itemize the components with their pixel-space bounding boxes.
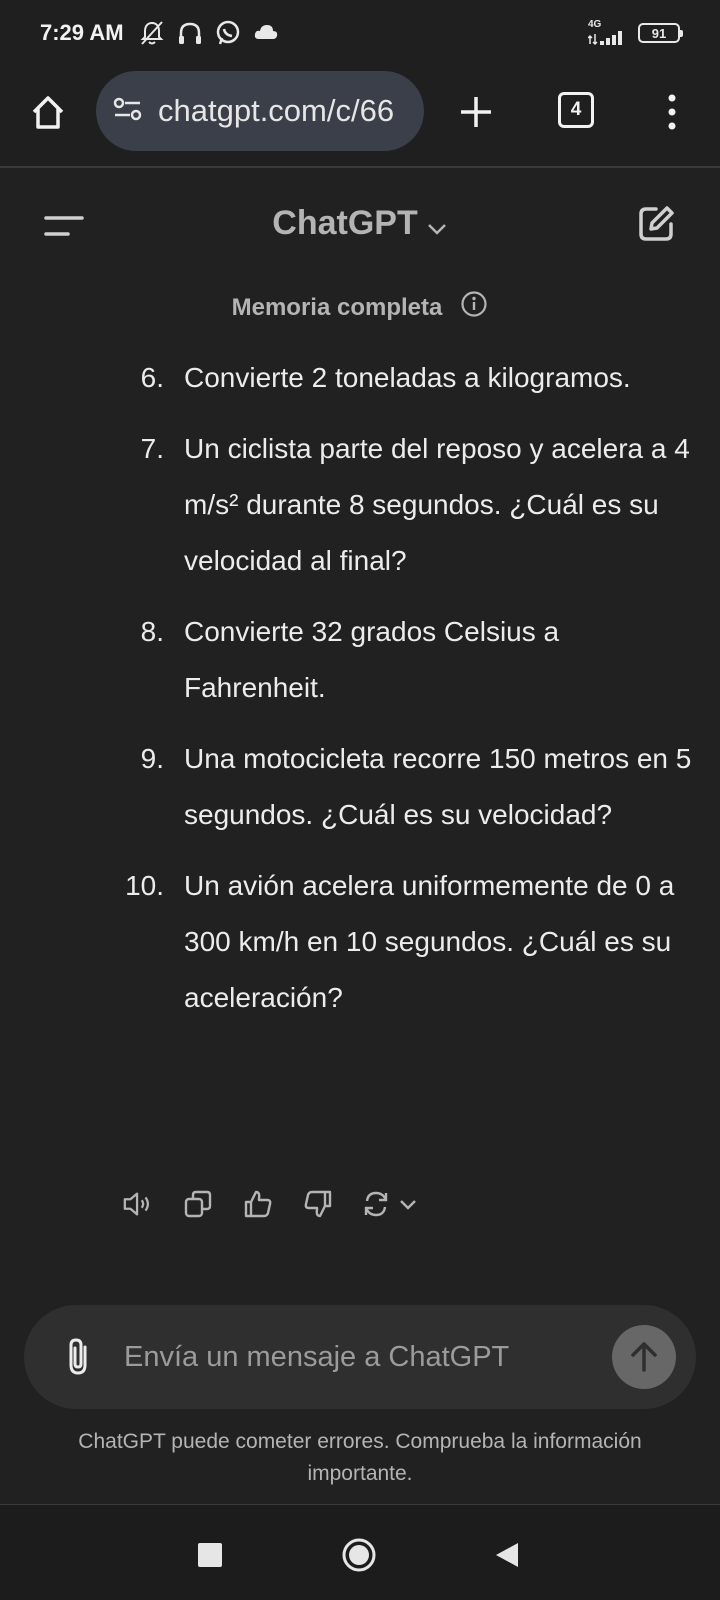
- status-icons-right: 4G 91: [588, 20, 683, 46]
- model-name[interactable]: ChatGPT: [272, 204, 417, 242]
- home-icon[interactable]: [28, 92, 68, 132]
- list-item-text: Un ciclista parte del reposo y acelera a…: [184, 433, 690, 576]
- message-input[interactable]: [124, 1331, 604, 1383]
- status-icons-left: [138, 19, 280, 47]
- signal-icon: 4G: [588, 20, 628, 46]
- recents-icon[interactable]: [198, 1543, 222, 1567]
- read-aloud-icon[interactable]: [122, 1188, 154, 1220]
- list-item-text: Un avión acelera uniformemente de 0 a 30…: [184, 870, 675, 1013]
- list-item-number: 6.: [140, 362, 164, 393]
- system-nav-bar: [0, 1504, 720, 1600]
- url-text[interactable]: chatgpt.com/c/66: [158, 93, 394, 129]
- memory-full-notice[interactable]: Memoria completa: [0, 290, 720, 325]
- info-icon[interactable]: [460, 290, 488, 325]
- cloud-icon: [252, 19, 280, 47]
- list-item: 7. Un ciclista parte del reposo y aceler…: [0, 421, 720, 589]
- status-bar: 7:29 AM 4G 91: [0, 0, 720, 66]
- regenerate-icon[interactable]: [362, 1188, 422, 1220]
- list-item: 8. Convierte 32 grados Celsius a Fahrenh…: [0, 604, 720, 716]
- attach-icon[interactable]: [62, 1335, 96, 1379]
- notifications-off-icon: [138, 19, 166, 47]
- thumbs-up-icon[interactable]: [242, 1188, 274, 1220]
- list-item-text: Convierte 32 grados Celsius a Fahrenheit…: [184, 616, 560, 703]
- list-item: 9. Una motocicleta recorre 150 metros en…: [0, 731, 720, 843]
- network-type: 4G: [588, 19, 602, 30]
- thumbs-down-icon[interactable]: [302, 1188, 334, 1220]
- send-arrow-icon[interactable]: [612, 1325, 676, 1389]
- back-icon[interactable]: [494, 1541, 520, 1569]
- disclaimer-text: ChatGPT puede cometer errores. Comprueba…: [78, 1430, 642, 1485]
- list-item-number: 8.: [140, 616, 164, 647]
- list-item-number: 7.: [140, 433, 164, 464]
- model-selector[interactable]: ChatGPT: [0, 204, 720, 245]
- chevron-down-icon[interactable]: [426, 206, 448, 245]
- copy-icon[interactable]: [182, 1188, 214, 1220]
- status-time: 7:29 AM: [40, 20, 124, 45]
- headphones-icon: [176, 19, 204, 47]
- whatsapp-icon: [214, 19, 242, 47]
- site-settings-icon[interactable]: [112, 95, 144, 128]
- list-item-number: 9.: [140, 743, 164, 774]
- memory-label: Memoria completa: [231, 293, 443, 321]
- new-chat-icon[interactable]: [636, 204, 676, 244]
- home-circle-icon[interactable]: [341, 1537, 377, 1573]
- more-menu-icon[interactable]: [660, 90, 684, 134]
- tabs-icon[interactable]: 4: [558, 92, 594, 128]
- list-item-number: 10.: [125, 870, 164, 901]
- new-tab-icon[interactable]: [456, 92, 496, 132]
- list-item: 6. Convierte 2 toneladas a kilogramos.: [0, 350, 720, 406]
- list-item-text: Una motocicleta recorre 150 metros en 5 …: [184, 743, 692, 830]
- address-bar[interactable]: chatgpt.com/c/66: [96, 71, 424, 151]
- battery-icon: 91: [638, 23, 683, 43]
- chat-header: ChatGPT: [0, 170, 720, 280]
- assistant-message: 6. Convierte 2 toneladas a kilogramos. 7…: [0, 350, 720, 1041]
- message-actions: [122, 1188, 422, 1220]
- list-item: 10. Un avión acelera uniformemente de 0 …: [0, 858, 720, 1026]
- message-composer: [24, 1305, 696, 1409]
- browser-toolbar: chatgpt.com/c/66 4: [0, 66, 720, 168]
- list-item-text: Convierte 2 toneladas a kilogramos.: [184, 362, 631, 393]
